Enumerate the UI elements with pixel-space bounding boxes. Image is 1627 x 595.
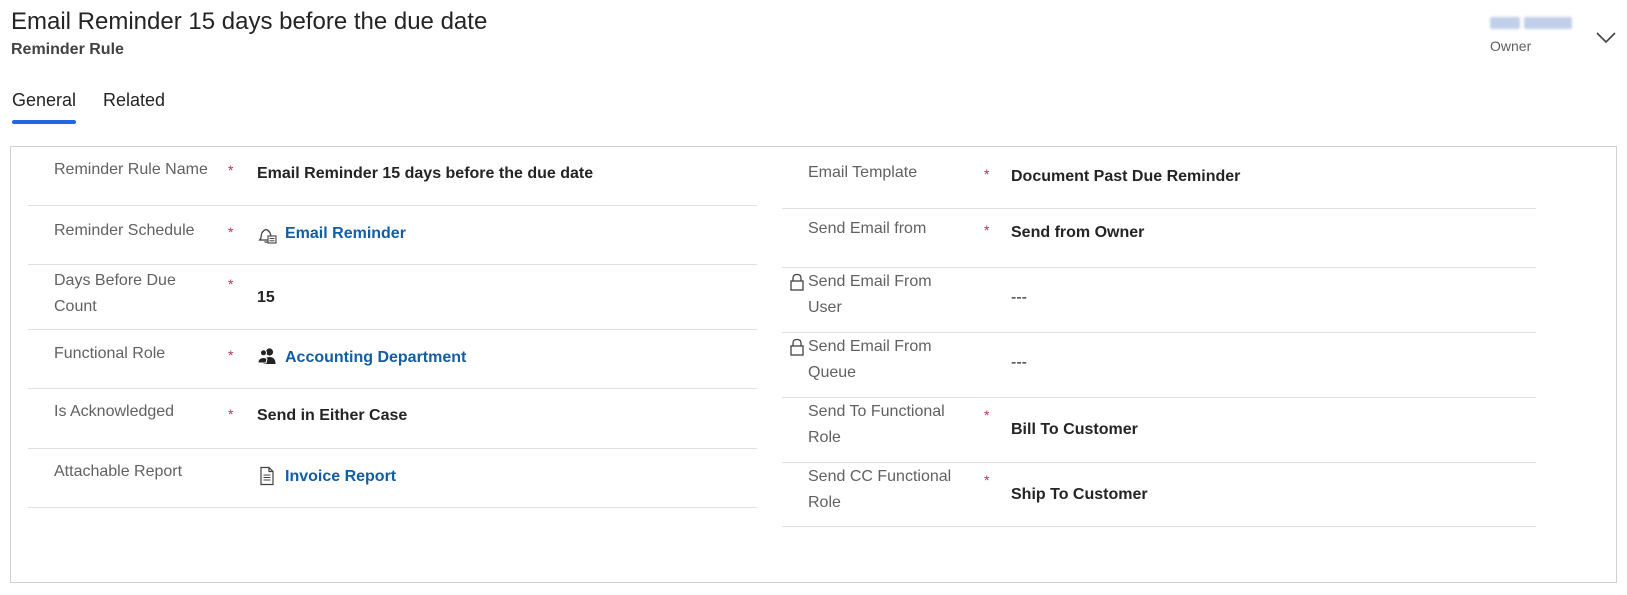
field-label: Send Email from — [808, 220, 927, 237]
field-label: Days Before Due Count — [54, 272, 176, 315]
days-before-due-count-value[interactable]: 15 — [257, 289, 275, 307]
chevron-down-icon[interactable] — [1594, 28, 1618, 46]
owner-label: Owner — [1490, 38, 1532, 54]
send-email-from-user-value[interactable]: --- — [1011, 289, 1027, 307]
required-marker: * — [228, 224, 234, 240]
field-attachable-report: Attachable Report Invoice Report — [28, 449, 757, 508]
field-days-before-due-count: Days Before Due Count * 15 — [28, 265, 757, 330]
field-label: Is Acknowledged — [54, 403, 175, 420]
required-marker: * — [984, 407, 990, 423]
required-marker: * — [228, 276, 234, 292]
field-reminder-rule-name: Reminder Rule Name * Email Reminder 15 d… — [28, 147, 757, 206]
required-marker: * — [984, 166, 990, 182]
field-label: Send Email From Queue — [808, 338, 932, 381]
send-email-from-queue-value[interactable]: --- — [1011, 354, 1027, 372]
lock-icon — [790, 273, 804, 291]
field-is-acknowledged: Is Acknowledged * Send in Either Case — [28, 389, 757, 449]
field-label: Reminder Rule Name — [54, 161, 208, 178]
email-template-value[interactable]: Document Past Due Reminder — [1011, 168, 1240, 186]
field-label: Email Template — [808, 164, 918, 181]
field-send-email-from-user: Send Email From User --- — [782, 268, 1536, 333]
people-icon — [257, 348, 276, 364]
send-to-functional-role-value[interactable]: Bill To Customer — [1011, 421, 1138, 439]
send-email-from-value[interactable]: Send from Owner — [1011, 224, 1144, 242]
field-send-email-from-queue: Send Email From Queue --- — [782, 333, 1536, 398]
field-label: Send Email From User — [808, 273, 932, 316]
field-email-template: Email Template * Document Past Due Remin… — [782, 147, 1536, 209]
required-marker: * — [228, 162, 234, 178]
is-acknowledged-value[interactable]: Send in Either Case — [257, 407, 407, 425]
report-icon — [260, 466, 274, 486]
attachable-report-link[interactable]: Invoice Report — [285, 468, 396, 486]
owner-name-blurred[interactable] — [1490, 16, 1572, 30]
reminder-schedule-icon — [258, 228, 277, 244]
required-marker: * — [228, 406, 234, 422]
reminder-schedule-link[interactable]: Email Reminder — [285, 225, 406, 243]
functional-role-link[interactable]: Accounting Department — [285, 349, 466, 367]
field-functional-role: Functional Role * Accounting Department — [28, 330, 757, 389]
field-send-email-from: Send Email from * Send from Owner — [782, 209, 1536, 268]
required-marker: * — [228, 347, 234, 363]
required-marker: * — [984, 472, 990, 488]
required-marker: * — [984, 222, 990, 238]
field-label: Reminder Schedule — [54, 222, 195, 239]
field-send-to-functional-role: Send To Functional Role * Bill To Custom… — [782, 398, 1536, 463]
field-label: Functional Role — [54, 345, 166, 362]
lock-icon — [790, 338, 804, 356]
general-section: Reminder Rule Name * Email Reminder 15 d… — [10, 146, 1617, 583]
page-title: Email Reminder 15 days before the due da… — [11, 8, 488, 35]
tab-related[interactable]: Related — [103, 90, 165, 111]
field-label: Attachable Report — [54, 463, 183, 480]
field-send-cc-functional-role: Send CC Functional Role * Ship To Custom… — [782, 463, 1536, 527]
entity-type-label: Reminder Rule — [11, 41, 124, 58]
field-label: Send To Functional Role — [808, 403, 945, 446]
reminder-rule-name-value[interactable]: Email Reminder 15 days before the due da… — [257, 165, 593, 183]
field-reminder-schedule: Reminder Schedule * Email Reminder — [28, 206, 757, 265]
send-cc-functional-role-value[interactable]: Ship To Customer — [1011, 486, 1148, 504]
field-label: Send CC Functional Role — [808, 468, 952, 511]
tab-general[interactable]: General — [12, 90, 77, 124]
